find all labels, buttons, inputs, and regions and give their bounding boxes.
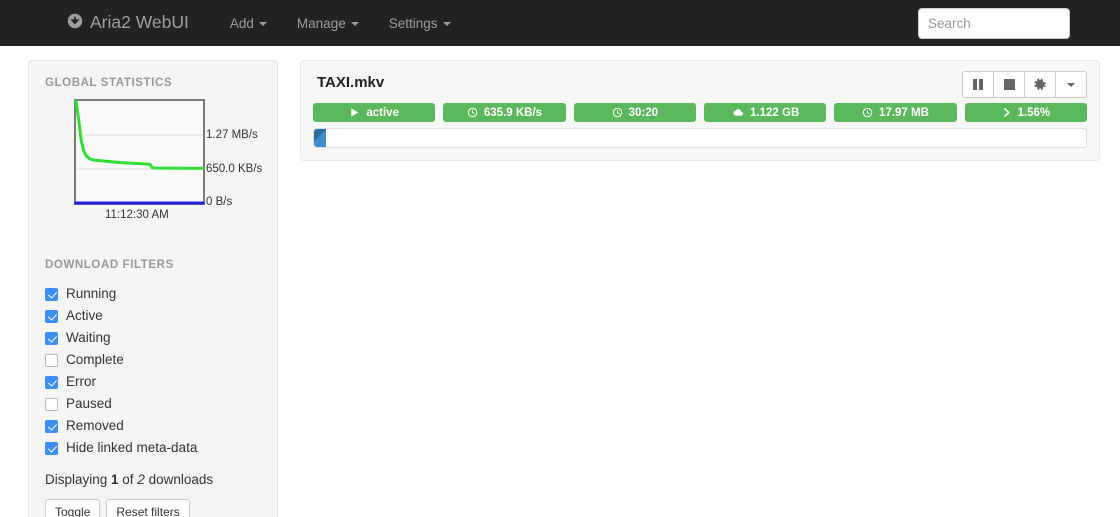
stop-icon bbox=[1003, 79, 1015, 90]
badge-status: active bbox=[313, 103, 436, 122]
badge-speed: 635.9 KB/s bbox=[443, 103, 566, 122]
filter-label-paused[interactable]: Paused bbox=[66, 397, 112, 411]
nav-item-manage-label: Manage bbox=[296, 15, 346, 31]
toggle-filters-button[interactable]: Toggle bbox=[45, 499, 101, 517]
filter-buttons: Toggle Reset filters bbox=[45, 499, 261, 517]
chart-x-axis-label: 11:12:30 AM bbox=[105, 209, 169, 221]
download-filters-list: Running Active Waiting Complete Error Pa… bbox=[45, 283, 261, 459]
more-actions-button[interactable] bbox=[1055, 71, 1087, 98]
checkbox-active[interactable] bbox=[45, 309, 58, 323]
filter-label-waiting[interactable]: Waiting bbox=[66, 331, 111, 345]
filter-label-hide-meta[interactable]: Hide linked meta-data bbox=[66, 441, 197, 455]
badge-completed-size: 17.97 MB bbox=[834, 103, 957, 122]
filter-row-hide-meta[interactable]: Hide linked meta-data bbox=[45, 437, 261, 459]
global-statistics-title: GLOBAL STATISTICS bbox=[45, 77, 173, 89]
search-container bbox=[918, 8, 1070, 39]
displaying-count: Displaying 1 of 2 downloads bbox=[45, 472, 261, 487]
global-statistics-chart: 1.27 MB/s 650.0 KB/s 0 B/s 11:12:30 AM bbox=[74, 99, 262, 231]
caret-down-icon bbox=[258, 21, 267, 26]
chart-y-axis-labels: 1.27 MB/s 650.0 KB/s 0 B/s bbox=[206, 99, 296, 207]
brand-label: Aria2 WebUI bbox=[90, 12, 189, 33]
badge-total-size: 1.122 GB bbox=[703, 103, 827, 122]
download-circle-icon bbox=[67, 13, 83, 33]
badge-speed-label: 635.9 KB/s bbox=[483, 106, 543, 119]
download-status-badges: active 635.9 KB/s 30:20 1.122 GB 17.97 M… bbox=[313, 103, 1087, 122]
nav-item-add[interactable]: Add bbox=[215, 2, 282, 45]
checkbox-error[interactable] bbox=[45, 375, 58, 389]
pause-icon bbox=[973, 79, 983, 90]
filter-label-active[interactable]: Active bbox=[66, 309, 103, 323]
displaying-prefix: Displaying bbox=[45, 472, 112, 487]
pause-button[interactable] bbox=[962, 71, 994, 98]
clock-icon bbox=[612, 107, 622, 118]
badge-percent: 1.56% bbox=[964, 103, 1087, 122]
filter-row-paused[interactable]: Paused bbox=[45, 393, 261, 415]
settings-button[interactable] bbox=[1024, 71, 1056, 98]
filter-row-complete[interactable]: Complete bbox=[45, 349, 261, 371]
cloud-icon bbox=[733, 109, 743, 116]
reset-filters-button[interactable]: Reset filters bbox=[106, 499, 190, 517]
filter-row-running[interactable]: Running bbox=[45, 283, 261, 305]
filter-row-removed[interactable]: Removed bbox=[45, 415, 261, 437]
nav-item-manage[interactable]: Manage bbox=[282, 2, 374, 45]
displaying-middle: of bbox=[118, 472, 138, 487]
displaying-shown: 1 bbox=[111, 472, 119, 487]
download-filters-title: DOWNLOAD FILTERS bbox=[45, 259, 174, 271]
filter-label-running[interactable]: Running bbox=[66, 287, 116, 301]
stop-button[interactable] bbox=[993, 71, 1025, 98]
checkbox-waiting[interactable] bbox=[45, 331, 58, 345]
displaying-total: 2 bbox=[137, 472, 145, 487]
nav-item-add-label: Add bbox=[229, 15, 254, 31]
download-progress-bar bbox=[314, 129, 327, 147]
nav-item-settings-label: Settings bbox=[388, 15, 438, 31]
filter-row-active[interactable]: Active bbox=[45, 305, 261, 327]
download-progress-track bbox=[313, 128, 1087, 148]
downloads-list: TAXI.mkv active 635.9 KB/s 30:20 1.122 G… bbox=[300, 60, 1100, 517]
chevron-right-icon bbox=[1003, 108, 1010, 117]
badge-eta-label: 30:20 bbox=[628, 106, 659, 119]
play-icon bbox=[351, 108, 359, 117]
checkbox-complete[interactable] bbox=[45, 353, 58, 367]
badge-status-label: active bbox=[366, 106, 399, 119]
page-body: GLOBAL STATISTICS 1.27 MB/s 650.0 KB/s 0… bbox=[0, 46, 1120, 517]
nav-links: Add Manage Settings bbox=[215, 2, 466, 45]
checkbox-running[interactable] bbox=[45, 287, 58, 301]
caret-down-icon bbox=[1067, 83, 1075, 87]
progress-icon bbox=[862, 107, 873, 118]
displaying-suffix: downloads bbox=[144, 472, 214, 487]
chart-tick-mid: 650.0 KB/s bbox=[206, 163, 263, 175]
filter-label-complete[interactable]: Complete bbox=[66, 353, 124, 367]
badge-eta: 30:20 bbox=[573, 103, 696, 122]
caret-down-icon bbox=[350, 21, 359, 26]
search-input[interactable] bbox=[918, 8, 1070, 39]
badge-total-size-label: 1.122 GB bbox=[750, 106, 800, 119]
download-item-card: TAXI.mkv active 635.9 KB/s 30:20 1.122 G… bbox=[300, 60, 1100, 161]
speed-icon bbox=[467, 107, 478, 118]
gear-icon bbox=[1034, 78, 1046, 90]
chart-tick-zero: 0 B/s bbox=[206, 196, 233, 208]
checkbox-hide-meta[interactable] bbox=[45, 441, 58, 455]
top-navbar: Aria2 WebUI Add Manage Settings bbox=[0, 0, 1120, 46]
checkbox-removed[interactable] bbox=[45, 419, 58, 433]
filter-row-error[interactable]: Error bbox=[45, 371, 261, 393]
speed-chart-svg bbox=[74, 99, 205, 205]
sidebar-panel: GLOBAL STATISTICS 1.27 MB/s 650.0 KB/s 0… bbox=[28, 60, 278, 517]
badge-completed-size-label: 17.97 MB bbox=[879, 106, 929, 119]
brand-link[interactable]: Aria2 WebUI bbox=[63, 13, 193, 33]
nav-item-settings[interactable]: Settings bbox=[374, 2, 466, 45]
filter-label-removed[interactable]: Removed bbox=[66, 419, 124, 433]
filter-label-error[interactable]: Error bbox=[66, 375, 96, 389]
download-actions bbox=[962, 71, 1087, 98]
checkbox-paused[interactable] bbox=[45, 397, 58, 411]
caret-down-icon bbox=[442, 21, 451, 26]
filter-row-waiting[interactable]: Waiting bbox=[45, 327, 261, 349]
badge-percent-label: 1.56% bbox=[1017, 106, 1051, 119]
chart-tick-top: 1.27 MB/s bbox=[206, 129, 258, 141]
